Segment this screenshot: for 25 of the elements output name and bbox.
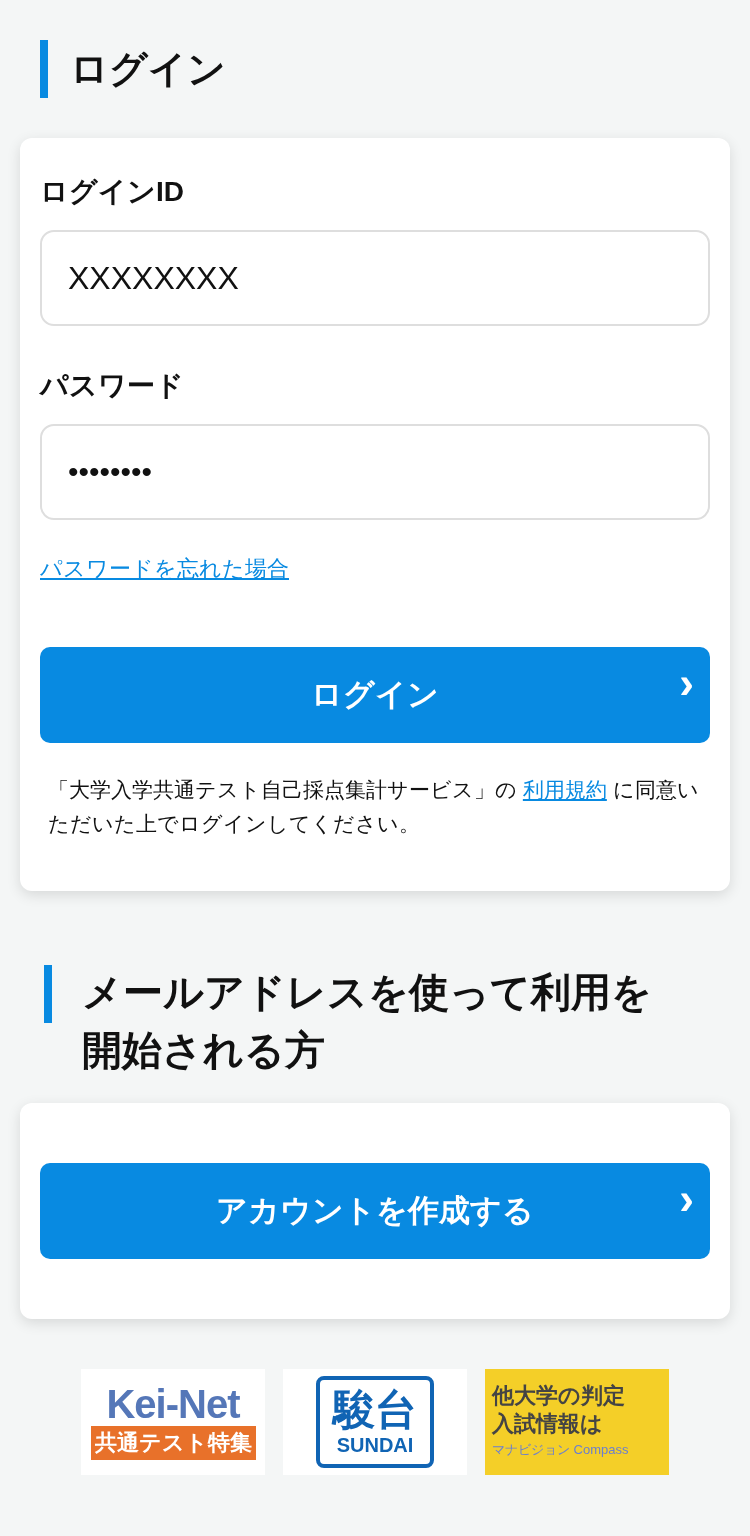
create-account-button[interactable]: アカウントを作成する › (40, 1163, 710, 1259)
chevron-icon: › (679, 1177, 694, 1221)
chevron-icon: › (679, 661, 694, 705)
banner-logo-text: Kei-Net (106, 1384, 240, 1424)
kei-net-banner[interactable]: Kei-Net 共通テスト特集 (81, 1369, 265, 1475)
logo-kanji: 駿台 (333, 1389, 417, 1431)
input-field[interactable]: •••••••• (40, 424, 710, 520)
login-button[interactable]: ログイン › (40, 647, 710, 743)
agreement-text: 「大学入学共通テスト自己採点集計サービス」の 利用規約 に同意いただいた上でログインしてください。 (47, 777, 700, 837)
input-field[interactable]: XXXXXXXX (40, 230, 710, 326)
compass-banner[interactable]: 他大学の判定 入試情報は マナビジョン Compass (485, 1369, 669, 1475)
field-label: パスワード (40, 372, 185, 400)
banner-text: 入試情報は (492, 1410, 604, 1438)
heading-bar (40, 40, 48, 98)
banner-text: 他大学の判定 (492, 1382, 626, 1410)
heading-bar (44, 965, 52, 1023)
banner-caption: マナビジョン Compass (492, 1441, 630, 1459)
sundai-banner[interactable]: 駿台 SUNDAI (283, 1369, 467, 1475)
logo-text: SUNDAI (336, 1435, 414, 1455)
section-title: メールアドレスを使って利用を開始される方 (82, 969, 653, 1074)
banner-label: 共通テスト特集 (90, 1426, 256, 1460)
page-title: ログイン (70, 50, 226, 88)
terms-link[interactable]: 利用規約 (522, 778, 607, 801)
forgot-password-link[interactable]: パスワードを忘れた場合 (40, 552, 289, 585)
field-label: ログインID (40, 178, 185, 206)
